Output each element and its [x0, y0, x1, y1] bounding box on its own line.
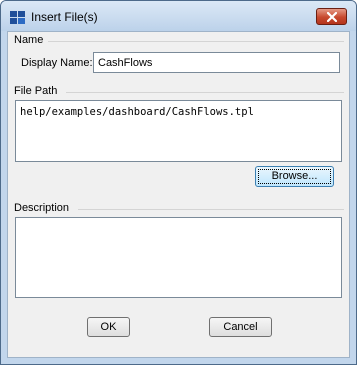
- dashboard-icon: [10, 10, 26, 24]
- file-path-section-title: File Path: [14, 85, 58, 97]
- close-button[interactable]: [316, 8, 347, 25]
- insert-files-dialog: Insert File(s) Name Display Name: CashFl…: [0, 0, 357, 365]
- ok-button-label: OK: [100, 321, 117, 333]
- cancel-button[interactable]: Cancel: [209, 317, 272, 337]
- description-section-divider: [78, 209, 344, 210]
- file-path-section-divider: [66, 92, 344, 93]
- ok-button[interactable]: OK: [87, 317, 130, 337]
- name-section-title: Name: [14, 34, 44, 46]
- file-path-value: help/examples/dashboard/CashFlows.tpl: [20, 106, 254, 118]
- focus-indicator: [258, 169, 331, 184]
- close-icon: [327, 12, 337, 22]
- description-section-title: Description: [14, 202, 70, 214]
- name-section-divider: [48, 41, 344, 42]
- window-title: Insert File(s): [31, 10, 98, 24]
- display-name-value: CashFlows: [98, 57, 153, 69]
- title-bar[interactable]: Insert File(s): [1, 1, 356, 31]
- file-path-textarea[interactable]: help/examples/dashboard/CashFlows.tpl: [15, 100, 342, 162]
- display-name-input[interactable]: CashFlows: [93, 52, 340, 73]
- browse-button[interactable]: Browse...: [255, 166, 334, 187]
- cancel-button-label: Cancel: [223, 321, 258, 333]
- display-name-label: Display Name:: [21, 57, 93, 69]
- description-textarea[interactable]: [15, 217, 342, 298]
- dialog-content: Name Display Name: CashFlows File Path h…: [7, 31, 350, 358]
